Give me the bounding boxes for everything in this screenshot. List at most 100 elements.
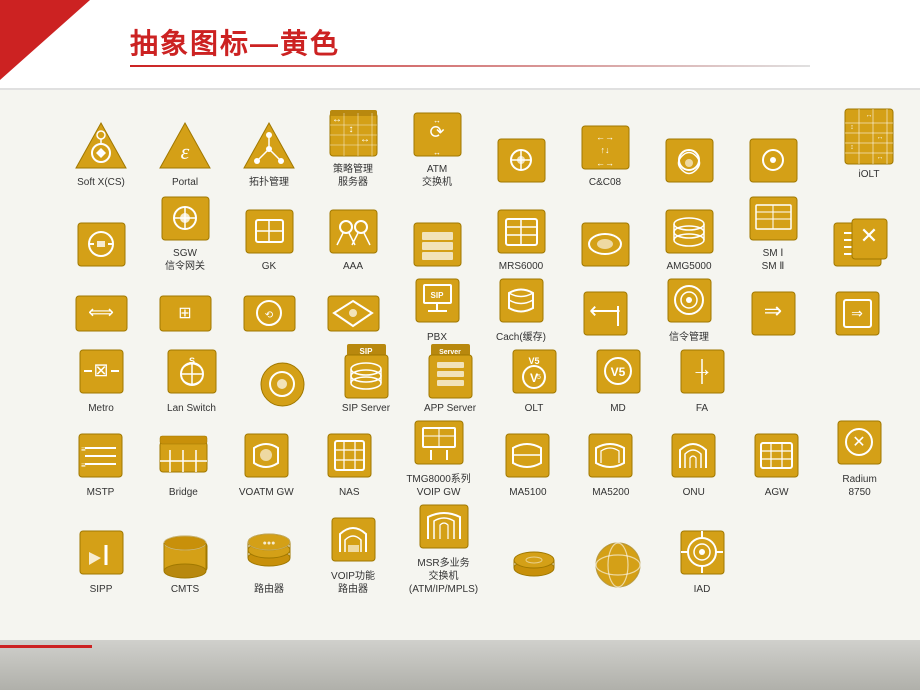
svg-text:↔: ↔ xyxy=(877,154,884,161)
icon-row-5: ≡ ≡ MSTP Bridge xyxy=(60,415,900,499)
right-column: ↔ ↕ ↔ ↕ ↔ iOLT ✕ xyxy=(828,110,910,269)
svg-text:●●●: ●●● xyxy=(262,540,275,547)
router-label: 路由器 xyxy=(254,583,284,596)
icon-box2: ⇒ xyxy=(816,286,898,344)
icon-portal: ε Portal xyxy=(144,118,226,189)
svg-text:↕: ↕ xyxy=(850,144,854,151)
icon-row-3: ⟺ ⊞ ⟲ xyxy=(60,273,900,344)
main-content: Soft X(CS) ε Portal xyxy=(60,95,900,640)
portal-label: Portal xyxy=(172,176,198,189)
policy-mgmt-label: 策略管理服务器 xyxy=(333,163,373,189)
svg-text:SIP: SIP xyxy=(430,291,444,300)
icon-disk xyxy=(493,538,575,596)
icon-sipp: SIPP xyxy=(60,525,142,596)
mstp-label: MSTP xyxy=(87,486,115,499)
sip-server-label: SIP Server xyxy=(342,402,390,415)
svg-text:↑↓: ↑↓ xyxy=(600,145,609,155)
icon-box-flat: ⊞ xyxy=(144,286,226,344)
icon-sgw: SGW信令网关 xyxy=(144,189,226,273)
footer xyxy=(0,640,920,690)
gk-label: GK xyxy=(262,260,276,273)
aaa-label: AAA xyxy=(343,260,363,273)
ma5200-label: MA5200 xyxy=(592,486,629,499)
svg-text:✕: ✕ xyxy=(859,223,877,248)
icon-sm: SM ⅠSM Ⅱ xyxy=(732,189,814,273)
svg-text:≡: ≡ xyxy=(81,461,86,470)
icon-mrs6000: MRS6000 xyxy=(480,202,562,273)
footer-line xyxy=(0,645,920,648)
svg-text:V5: V5 xyxy=(610,365,625,379)
signal-mgmt-label: 信令管理 xyxy=(669,331,709,344)
header: 抽象图标—黄色 xyxy=(0,0,920,90)
onu-label: ONU xyxy=(683,486,705,499)
metro-label: Metro xyxy=(88,402,114,415)
icon-round xyxy=(241,357,323,415)
icon-cache: Cach(缓存) xyxy=(480,273,562,344)
icon-onu: ONU xyxy=(653,428,734,499)
bridge-label: Bridge xyxy=(169,486,198,499)
icon-app-server: Server APP Server xyxy=(409,344,491,415)
icon-circle2: ⟲ xyxy=(228,286,310,344)
svg-text:↔: ↔ xyxy=(866,112,873,119)
icon-row-4: ⊠ Metro S Lan Switch xyxy=(60,344,900,415)
svg-text:✕: ✕ xyxy=(852,434,865,451)
svg-text:⟵: ⟵ xyxy=(589,298,621,323)
icon-row-6: SIPP CMTS xyxy=(60,499,900,596)
icon-lan-switch: S Lan Switch xyxy=(144,344,239,415)
sm-label: SM ⅠSM Ⅱ xyxy=(762,247,785,273)
icon-radium8750: ✕ Radium8750 xyxy=(819,415,900,499)
icon-bridge: Bridge xyxy=(143,428,224,499)
icon-md: V5 MD xyxy=(577,344,659,415)
icon-iolt: ↔ ↕ ↔ ↕ ↔ iOLT xyxy=(828,110,910,181)
svg-text:↔: ↔ xyxy=(360,134,370,145)
topology-label: 拓扑管理 xyxy=(249,176,289,189)
cc08-label: C&C08 xyxy=(589,176,621,189)
header-underline xyxy=(130,65,810,67)
svg-text:⇒: ⇒ xyxy=(763,298,781,323)
icon-cc08: ←→ ↑↓ ←→ C&C08 xyxy=(564,118,646,189)
icon-cmts: CMTS xyxy=(144,525,226,596)
svg-text:⟳: ⟳ xyxy=(429,122,444,142)
icon-ma5200: MA5200 xyxy=(570,428,651,499)
icon-cube-rotate xyxy=(732,131,814,189)
icon-topology: 拓扑管理 xyxy=(228,118,310,189)
svg-text:⟺: ⟺ xyxy=(88,302,114,322)
icon-agw: AGW xyxy=(736,428,817,499)
page-title: 抽象图标—黄色 xyxy=(130,22,340,62)
icon-gk: GK xyxy=(228,202,310,273)
amg5000-label: AMG5000 xyxy=(666,260,711,273)
svg-text:↔: ↔ xyxy=(433,148,441,157)
olt-label: OLT xyxy=(525,402,544,415)
svg-text:↔: ↔ xyxy=(877,134,884,141)
icon-voip-router: VOIP功能路由器 xyxy=(312,512,394,596)
lan-switch-label: Lan Switch xyxy=(167,402,216,415)
icon-sphere xyxy=(577,538,659,596)
icon-right-box: ✕ xyxy=(828,211,910,269)
icon-aaa: AAA xyxy=(312,202,394,273)
icon-arrows5: ⇒ xyxy=(732,286,814,344)
radium8750-label: Radium8750 xyxy=(842,473,876,499)
ma5100-label: MA5100 xyxy=(509,486,546,499)
fa-label: FA xyxy=(696,402,708,415)
cache-label: Cach(缓存) xyxy=(496,331,546,344)
icon-signal-mgmt: 信令管理 xyxy=(648,273,730,344)
icon-atm: ↔ ⟳ ↔ ATM交换机 xyxy=(396,105,478,189)
svg-text:←→: ←→ xyxy=(596,158,614,168)
svg-text:←→: ←→ xyxy=(596,132,614,142)
icon-stack xyxy=(396,215,478,273)
icon-cube-gear xyxy=(648,131,730,189)
svg-text:↕: ↕ xyxy=(850,124,854,131)
svg-text:↔: ↔ xyxy=(332,114,342,125)
voip-router-label: VOIP功能路由器 xyxy=(331,570,375,596)
app-server-label: APP Server xyxy=(424,402,476,415)
icon-fa: → FA xyxy=(661,344,743,415)
icon-nas: NAS xyxy=(309,428,390,499)
svg-text:V5: V5 xyxy=(528,356,539,366)
sgw-label: SGW信令网关 xyxy=(165,247,205,273)
icon-router: ●●● 路由器 xyxy=(228,525,310,596)
atm-label: ATM交换机 xyxy=(422,163,452,189)
icon-metro: ⊠ Metro xyxy=(60,344,142,415)
mrs6000-label: MRS6000 xyxy=(499,260,543,273)
soft-x-cs-label: Soft X(CS) xyxy=(77,176,125,189)
icon-amg5000: AMG5000 xyxy=(648,202,730,273)
